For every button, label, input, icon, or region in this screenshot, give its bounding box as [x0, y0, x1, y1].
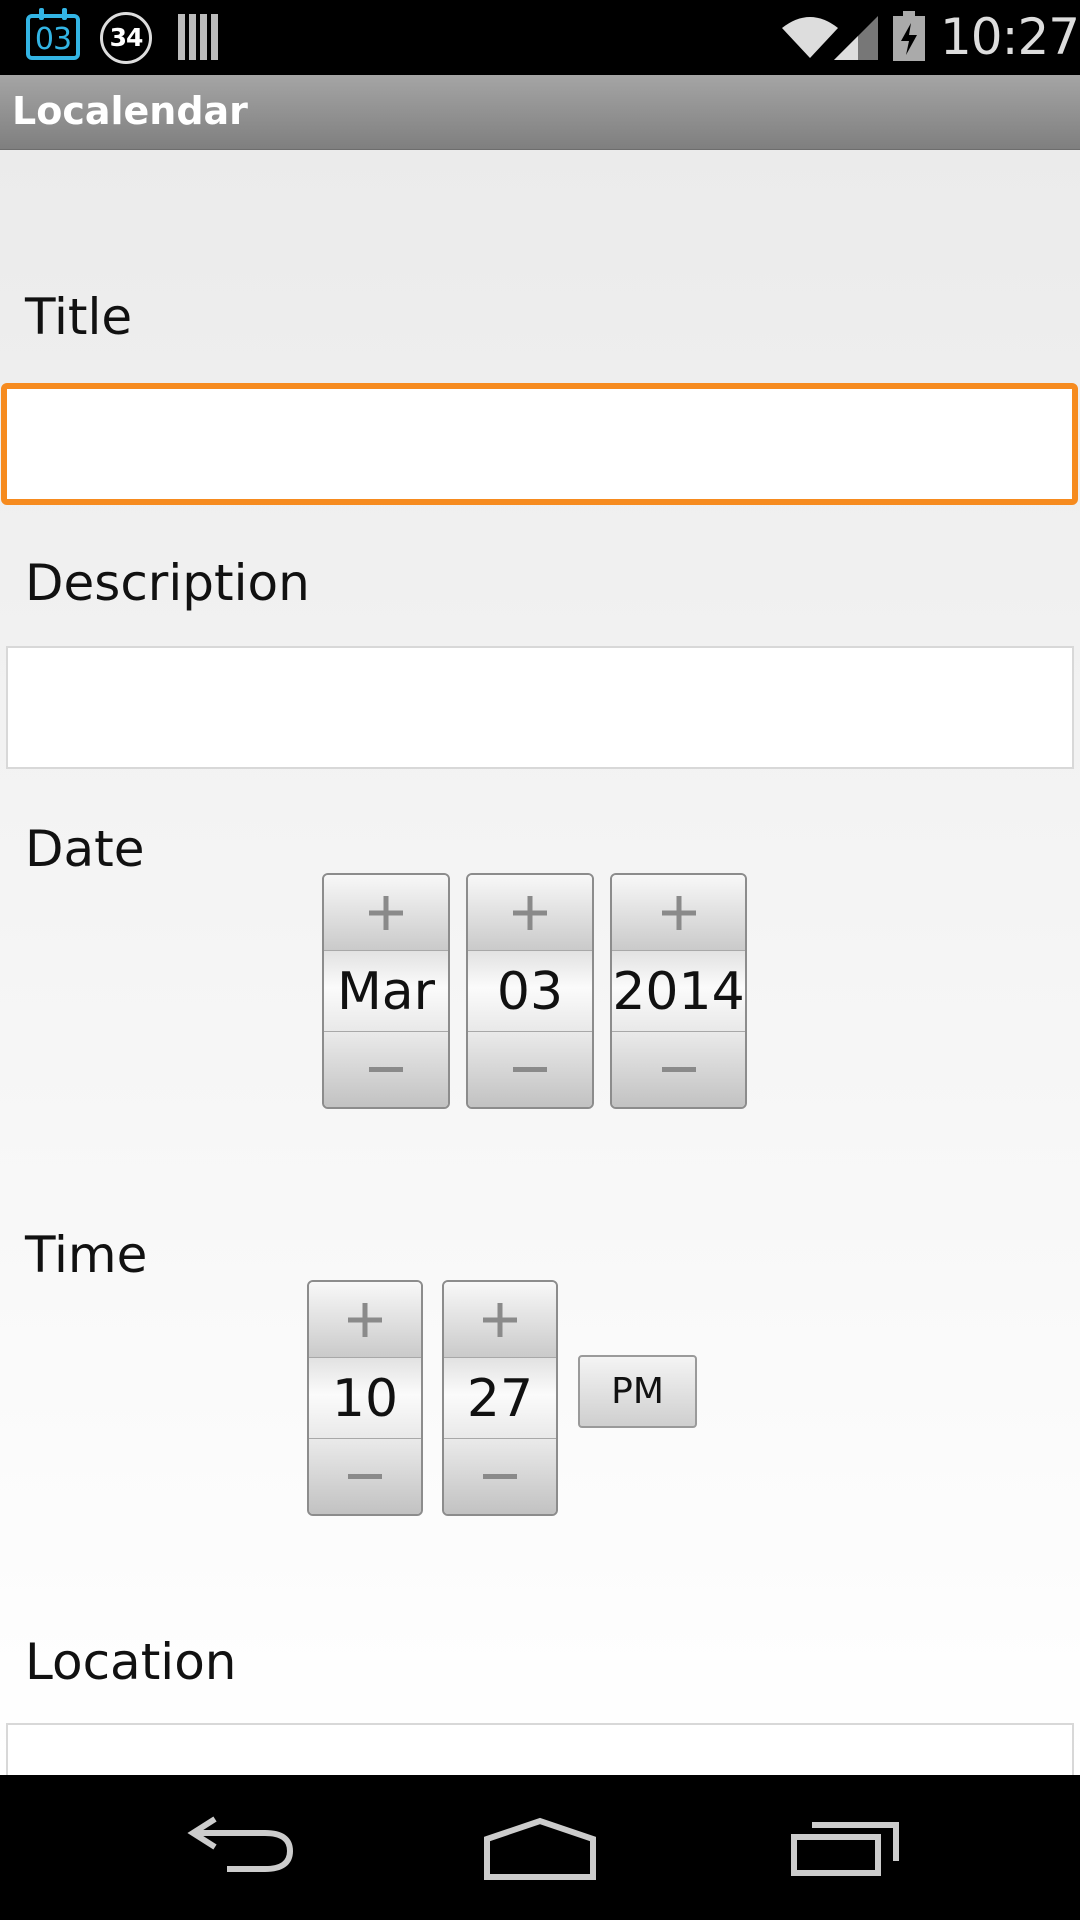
home-icon[interactable] [465, 1805, 615, 1885]
year-value[interactable]: 2014 [612, 951, 745, 1033]
hour-picker: 10 [307, 1280, 423, 1516]
badge-count-text: 34 [109, 23, 144, 52]
clock-time: 10:27 [940, 8, 1080, 66]
title-input[interactable] [7, 389, 1072, 499]
description-field[interactable] [6, 646, 1074, 769]
time-label: Time [25, 1226, 148, 1284]
ampm-toggle-button[interactable]: PM [578, 1355, 697, 1428]
hour-decrement-button[interactable] [309, 1438, 421, 1514]
location-input[interactable] [8, 1725, 1072, 1775]
location-label: Location [25, 1633, 237, 1691]
month-decrement-button[interactable] [324, 1031, 448, 1107]
signal-icon [834, 16, 878, 60]
month-picker: Mar [322, 873, 450, 1109]
day-picker: 03 [466, 873, 594, 1109]
title-field[interactable] [1, 383, 1078, 505]
description-input[interactable] [8, 648, 1072, 767]
minute-picker: 27 [442, 1280, 558, 1516]
hour-value[interactable]: 10 [309, 1358, 421, 1440]
battery-charging-icon [893, 11, 925, 61]
year-increment-button[interactable] [612, 875, 745, 951]
date-label: Date [25, 820, 145, 878]
year-decrement-button[interactable] [612, 1031, 745, 1107]
minute-decrement-button[interactable] [444, 1438, 556, 1514]
description-label: Description [25, 554, 310, 612]
count-badge-icon: 34 [100, 12, 152, 64]
minute-value[interactable]: 27 [444, 1358, 556, 1440]
month-value[interactable]: Mar [324, 951, 448, 1033]
location-field[interactable] [6, 1723, 1074, 1775]
day-increment-button[interactable] [468, 875, 592, 951]
app-title: Localendar [12, 89, 248, 133]
month-increment-button[interactable] [324, 875, 448, 951]
year-picker: 2014 [610, 873, 747, 1109]
calendar-icon: 03 [26, 8, 80, 60]
calendar-notification-text: 03 [34, 22, 72, 57]
barcode-icon [178, 14, 218, 60]
title-label: Title [25, 288, 133, 346]
navigation-bar [0, 1775, 1080, 1920]
status-bar: 03 34 10:27 [0, 0, 1080, 75]
day-decrement-button[interactable] [468, 1031, 592, 1107]
hour-increment-button[interactable] [309, 1282, 421, 1358]
action-bar: Localendar [0, 75, 1080, 150]
day-value[interactable]: 03 [468, 951, 592, 1033]
minute-increment-button[interactable] [444, 1282, 556, 1358]
recent-apps-icon[interactable] [770, 1805, 920, 1885]
back-icon[interactable] [165, 1805, 315, 1885]
wifi-icon [782, 17, 838, 58]
event-form: Title Description Date Mar 03 2014 Time … [0, 150, 1080, 1775]
